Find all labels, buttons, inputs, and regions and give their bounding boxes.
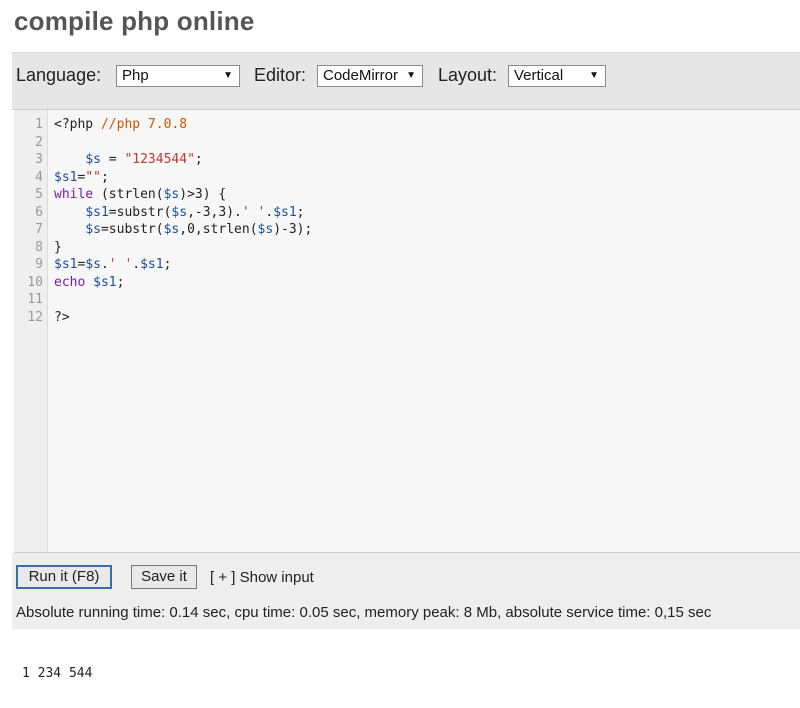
code-line[interactable]: 8} — [14, 239, 774, 257]
language-select[interactable]: Php ▼ — [116, 65, 240, 87]
code-line[interactable]: 1 <?php //php 7.0.8 — [14, 116, 774, 134]
code-text[interactable]: $s1=""; — [54, 169, 109, 187]
line-number: 8 — [35, 239, 43, 255]
line-number: 7 — [35, 222, 43, 237]
layout-select[interactable]: Vertical ▼ — [508, 65, 606, 87]
code-line[interactable]: 3 $s = "1234544"; — [14, 151, 774, 169]
code-line[interactable]: 6 $s1=substr($s,-3,3).' '.$s1; — [14, 204, 774, 222]
line-number: 1 — [35, 117, 43, 132]
settings-toolbar: Language: Php ▼ Editor: CodeMirror ▼ Lay… — [12, 52, 800, 110]
code-text[interactable]: <?php //php 7.0.8 — [54, 116, 187, 134]
show-input-toggle[interactable]: [ + ] Show input — [210, 569, 314, 586]
line-number: 2 — [35, 134, 43, 150]
execution-stats: Absolute running time: 0.14 sec, cpu tim… — [16, 604, 712, 621]
line-number: 10 — [27, 274, 43, 290]
code-line[interactable]: 2 — [14, 134, 774, 152]
code-line[interactable]: 10 echo $s1; — [14, 274, 774, 292]
editor-label: Editor: — [254, 65, 307, 85]
editor-select-value: CodeMirror — [323, 67, 399, 84]
show-input-label: Show input — [239, 569, 314, 586]
code-line[interactable]: 9 $s1=$s.' '.$s1; — [14, 256, 774, 274]
code-line[interactable]: 4 $s1=""; — [14, 169, 774, 187]
code-text[interactable]: echo $s1; — [54, 274, 124, 292]
code-text[interactable]: } — [54, 239, 62, 257]
code-text[interactable]: $s1=$s.' '.$s1; — [54, 256, 171, 274]
editor-select[interactable]: CodeMirror ▼ — [317, 65, 423, 87]
code-line[interactable]: 11 — [14, 291, 774, 309]
dropdown-arrow-icon: ▼ — [589, 70, 599, 81]
run-button[interactable]: Run it (F8) — [16, 565, 112, 589]
program-output: 1 234 544 — [22, 666, 93, 681]
code-editor[interactable]: 1 <?php //php 7.0.8 2 3 $s = "1234544"; 4 $s1… — [14, 110, 800, 553]
language-select-value: Php — [122, 67, 149, 84]
layout-label: Layout: — [438, 65, 498, 85]
line-number: 9 — [35, 257, 43, 272]
code-text[interactable]: ?> — [54, 309, 70, 327]
code-text[interactable]: $s=substr($s,0,strlen($s)-3); — [54, 221, 312, 239]
code-text[interactable]: while (strlen($s)>3) { — [54, 186, 226, 204]
code-line[interactable]: 5 while (strlen($s)>3) { — [14, 186, 774, 204]
save-button[interactable]: Save it — [131, 565, 197, 589]
code-line[interactable]: 12 ?> — [14, 309, 774, 327]
line-number: 11 — [27, 292, 43, 307]
code-text[interactable]: $s1=substr($s,-3,3).' '.$s1; — [54, 204, 304, 222]
dropdown-arrow-icon: ▼ — [406, 70, 416, 81]
code-line[interactable]: 7 $s=substr($s,0,strlen($s)-3); — [14, 221, 774, 239]
action-bar: Run it (F8) Save it [ + ] Show input Abs… — [12, 553, 800, 629]
language-label: Language: — [16, 65, 102, 85]
line-number: 3 — [35, 152, 43, 167]
layout-select-value: Vertical — [514, 67, 564, 84]
line-number: 5 — [35, 187, 43, 202]
expand-bracket-icon: [ + ] — [210, 569, 236, 586]
line-number: 6 — [35, 204, 43, 220]
code-text[interactable]: $s = "1234544"; — [54, 151, 202, 169]
line-number: 12 — [27, 309, 43, 325]
page-title: compile php online — [14, 6, 255, 36]
line-number: 4 — [35, 169, 43, 185]
dropdown-arrow-icon: ▼ — [223, 70, 233, 81]
